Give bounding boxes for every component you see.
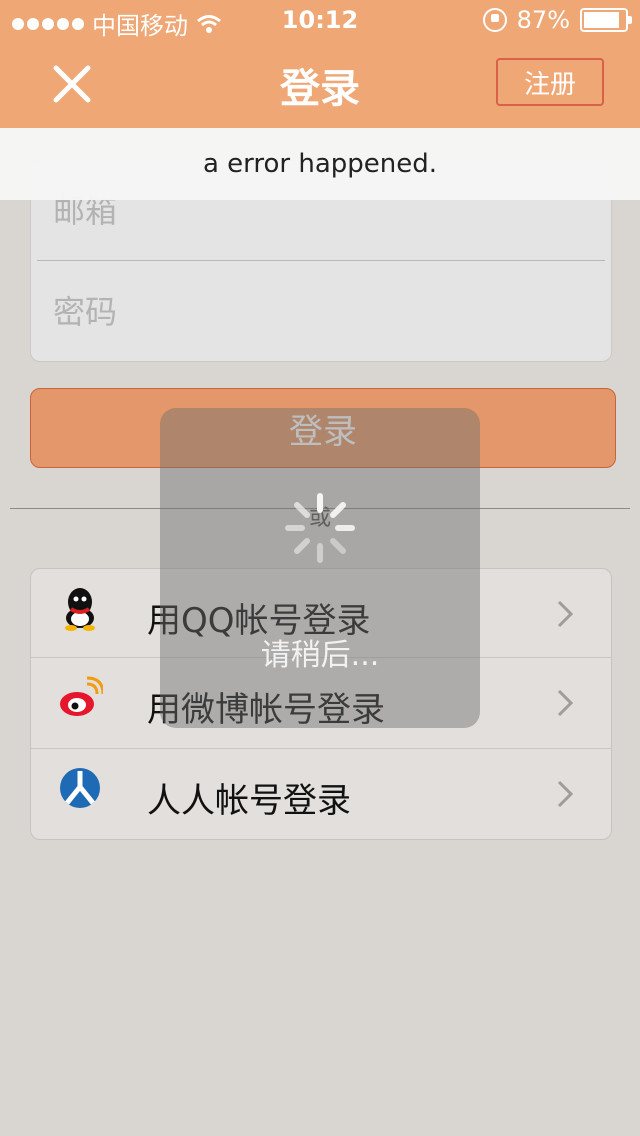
error-toast: a error happened. xyxy=(0,128,640,200)
password-field[interactable] xyxy=(51,292,575,332)
battery-icon xyxy=(580,8,632,32)
renren-login-label: 人人帐号登录 xyxy=(147,781,351,821)
status-bar: 中国移动 10:12 87% xyxy=(0,0,640,40)
loading-text: 请稍后... xyxy=(260,638,380,673)
renren-login-row[interactable]: 人人帐号登录 xyxy=(31,749,611,839)
form-divider xyxy=(37,260,605,261)
loading-hud: 请稍后... xyxy=(160,408,480,728)
spinner-icon xyxy=(285,493,355,563)
chevron-right-icon xyxy=(557,600,574,628)
chevron-right-icon xyxy=(557,780,574,808)
header-bar: 中国移动 10:12 87% 登录 注册 xyxy=(0,0,640,128)
register-button[interactable]: 注册 xyxy=(496,58,604,106)
weibo-icon xyxy=(60,676,103,716)
nav-bar: 登录 注册 xyxy=(0,40,640,128)
status-right: 87% xyxy=(482,6,632,34)
password-row xyxy=(31,262,611,362)
battery-percent: 87% xyxy=(516,6,570,34)
qq-icon xyxy=(65,588,95,631)
renren-icon xyxy=(60,768,100,808)
rotation-lock-icon xyxy=(482,8,507,32)
chevron-right-icon xyxy=(557,689,574,717)
